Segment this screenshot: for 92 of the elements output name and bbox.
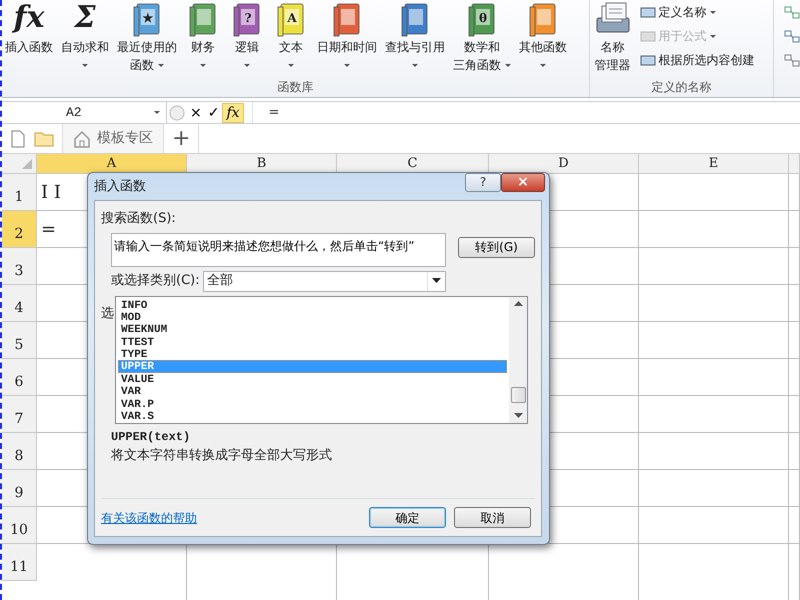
scroll-up-icon [514,300,522,306]
caret-icon [412,64,418,68]
ribbon-button[interactable]: fx 插入函数 [2,0,56,56]
document-icon [10,130,26,148]
caret-icon [540,64,546,68]
circle-icon [167,104,187,122]
ok-button[interactable]: 确定 [369,507,446,528]
triangle-icon [21,158,33,170]
tab[interactable]: 模板专区 [62,124,164,153]
function-description: 将文本字符串转换成字母全部大写形式 [111,446,333,464]
caret-icon [82,64,88,68]
ribbon-button[interactable]: 定义名称 [638,0,757,24]
add-tab-button[interactable]: + [164,124,200,153]
row-header[interactable]: 6 [2,359,37,396]
caret-icon [200,64,206,68]
caret-icon [288,64,294,68]
caret-icon [344,64,350,68]
function-icon: fx [14,0,44,38]
caret-icon [504,64,511,68]
function-item[interactable]: VALUE [118,372,507,386]
function-signature: UPPER(text) [111,428,192,446]
cancel-button[interactable]: 取消 [454,507,531,528]
column-header[interactable]: A [37,154,187,174]
ribbon-button[interactable]: ★ 最近使用的 函数 [114,0,180,74]
name-icon [640,53,656,67]
caret-icon [154,111,160,114]
audit-icon [782,52,800,68]
field-label: 搜索函数(S): [101,210,177,228]
row-header[interactable]: 8 [2,433,37,470]
caret-icon [244,64,250,68]
function-icon: Σ [74,0,96,38]
row-header[interactable]: 3 [2,248,37,285]
function-item[interactable]: VAR [118,385,507,398]
dialog-title: 插入函数 [94,178,146,196]
row-header[interactable]: 7 [2,396,37,433]
ribbon-button[interactable]: ? 逻辑 [226,0,268,74]
scrollbar-thumb[interactable] [510,386,526,402]
function-item[interactable]: TYPE [118,348,507,360]
field-label: 选 [101,304,115,322]
group-label: 函数库 [276,79,314,96]
row-header[interactable]: 1 [2,174,37,211]
function-item[interactable]: INFO [118,298,507,311]
row-header[interactable]: 2 [2,211,37,248]
function-item[interactable]: WEEKNUM [118,323,507,336]
category-dropdown[interactable]: 全部 [203,270,446,292]
name-icon [640,29,656,43]
column-header[interactable]: B [187,154,337,174]
function-item[interactable]: VAR.P [118,398,507,410]
row-header[interactable]: 11 [2,544,37,581]
help-button[interactable]: ? [465,173,501,192]
caret-icon [710,10,716,14]
home-icon [73,130,91,148]
caret-icon [158,64,164,68]
ribbon-button[interactable]: 查找与引用 [382,0,448,74]
ribbon-button[interactable]: 日期和时间 [314,0,380,74]
scrollbar[interactable] [509,296,527,422]
ribbon-button[interactable]: 名称 管理器 [590,0,636,74]
formula-button[interactable]: fx [222,102,244,122]
row-header[interactable]: 10 [2,507,37,544]
function-item[interactable]: TTEST [118,336,507,348]
scroll-down-icon [514,412,522,418]
row-header[interactable]: 4 [2,285,37,322]
formula-button[interactable]: ✓ [204,104,222,122]
column-header[interactable]: C [337,154,489,174]
group-label: 定义的名称 [650,79,712,96]
help-link[interactable]: 有关该函数的帮助 [101,508,197,526]
function-item[interactable]: MOD [118,310,507,324]
corner-cell[interactable] [2,154,37,174]
folder-icon [34,130,54,146]
column-header[interactable]: E [639,154,789,174]
ribbon-button[interactable]: 根据所选内容创建 [638,48,757,72]
dropdown-arrow-icon [432,278,441,284]
formula-button[interactable]: × [187,104,205,122]
function-item[interactable]: VAR.S [118,410,507,422]
ribbon-button[interactable]: 其他函数 [516,0,570,74]
ribbon-button[interactable]: θ 数学和 三角函数 [450,0,514,74]
search-field[interactable]: 请输入一条简短说明来描述您想做什么，然后单击“转到” [111,232,446,266]
row-header[interactable]: 9 [2,470,37,507]
ribbon-button[interactable]: Σ 自动求和 [58,0,112,74]
caret-icon [710,34,716,38]
column-header[interactable] [789,154,800,174]
column-header[interactable]: D [489,154,639,174]
name-icon [640,5,656,19]
go-button[interactable]: 转到(G) [458,236,535,258]
formula-field[interactable]: = [252,102,800,123]
field-label: 或选择类别(C): [111,272,201,290]
ribbon-button[interactable]: A 文本 [270,0,312,74]
audit-icon [782,28,800,44]
audit-icon [782,4,800,20]
row-header[interactable]: 5 [2,322,37,359]
ribbon-button[interactable]: 财务 [182,0,224,74]
name-box[interactable]: A2 [2,102,167,123]
